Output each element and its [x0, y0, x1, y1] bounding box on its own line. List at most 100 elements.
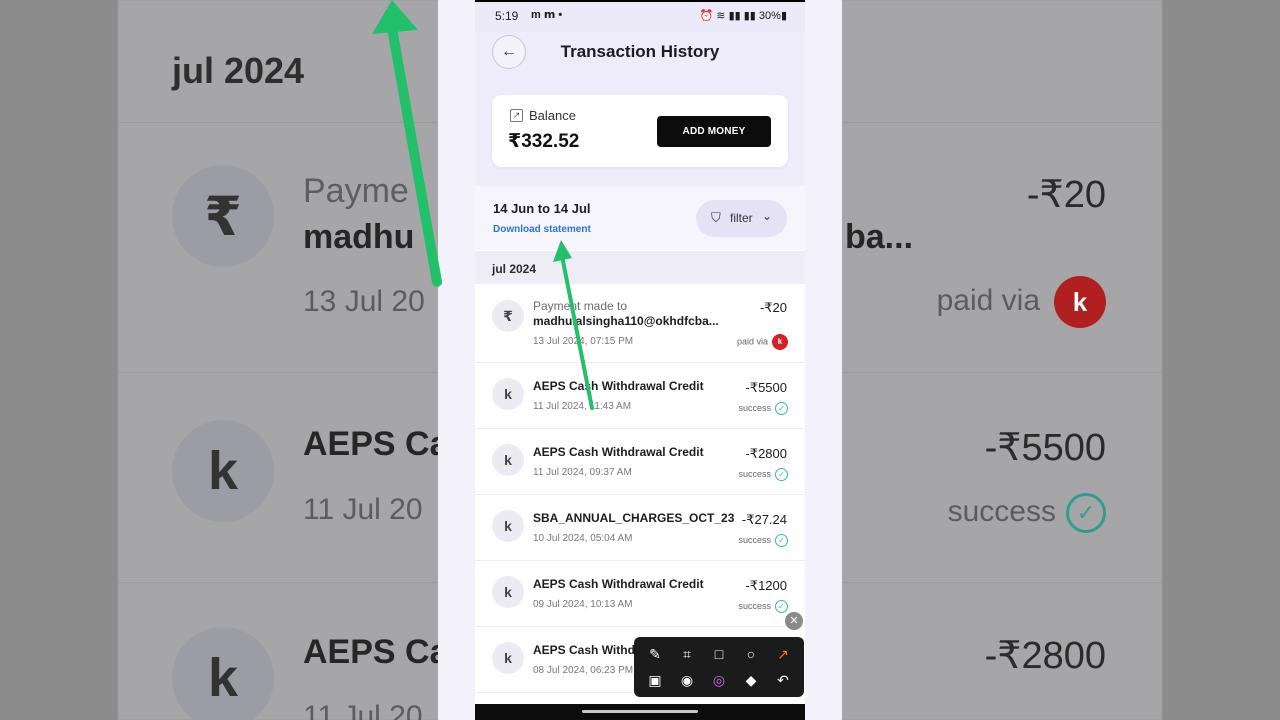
download-statement-link[interactable]: Download statement: [493, 224, 591, 235]
bg-k-icon: k: [172, 627, 274, 720]
bg-row3-line2: AEPS Ca: [303, 633, 449, 671]
list-item[interactable]: k AEPS Cash Withdrawal Credit 11 Jul 202…: [475, 363, 805, 429]
bg-row1-line2b: ba...: [845, 218, 914, 256]
date-range-section: 14 Jun to 14 Jul Download statement ⛉ fi…: [475, 186, 805, 250]
battery-level: 30%: [758, 10, 781, 22]
txn-subtitle: Payment made to: [533, 299, 628, 313]
txn-status-text: success: [738, 534, 771, 545]
rupee-icon: ₹: [492, 300, 524, 332]
txn-amount: -₹5500: [745, 380, 787, 395]
k-logo-icon: k: [772, 334, 788, 350]
txn-date: 10 Jul 2024, 05:04 AM: [533, 533, 633, 544]
k-logo-icon: k: [492, 378, 524, 410]
bg-row2-status: success ✓: [948, 493, 1106, 533]
k-logo-icon: k: [492, 510, 524, 542]
txn-status: success ✓: [738, 600, 788, 613]
bg-row1-status: paid via k: [937, 276, 1106, 328]
txn-status-text: paid via: [736, 336, 768, 347]
header: ← Transaction History ↗ Balance ₹332.52 …: [475, 32, 805, 186]
bg-rupee-icon: ₹: [172, 165, 274, 267]
bg-row2-line2: AEPS Ca: [303, 425, 449, 463]
page-title: Transaction History: [560, 42, 720, 61]
circle-icon[interactable]: ○: [740, 643, 762, 665]
bg-row1-line3: 13 Jul 20: [303, 285, 425, 318]
check-icon: ✓: [775, 600, 788, 613]
bg-row3-amount: -₹2800: [984, 635, 1106, 677]
txn-status: success ✓: [738, 534, 788, 547]
filter-icon: ⛉: [711, 210, 721, 225]
txn-status: success ✓: [738, 402, 788, 415]
bg-row2-line3: 11 Jul 20: [303, 493, 423, 526]
bg-row1-amount: -₹20: [1026, 174, 1106, 216]
txn-name: madhulalsingha110@okhdfcba...: [533, 314, 719, 328]
date-range: 14 Jun to 14 Jul: [493, 201, 591, 216]
txn-status-text: success: [738, 402, 771, 413]
balance-label: Balance: [529, 108, 576, 123]
txn-status: success ✓: [738, 468, 788, 481]
bg-row1-line2: madhu: [303, 218, 415, 256]
txn-amount: -₹2800: [745, 446, 787, 461]
txn-status: paid via k: [737, 334, 788, 350]
txn-name: AEPS Cash Withdrawal Credit: [533, 577, 704, 591]
k-logo-icon: k: [492, 444, 524, 476]
status-bar: 5:19 m ⅿ • ⏰ ≋ ▮▮ ▮▮ 30%▮: [475, 0, 805, 32]
close-icon[interactable]: ✕: [785, 612, 803, 630]
bg-row1-status-text: paid via: [936, 283, 1040, 317]
filter-label: filter: [730, 211, 753, 225]
month-label: jul 2024: [492, 262, 537, 276]
k-logo-icon: k: [492, 576, 524, 608]
nav-bar: [475, 704, 805, 720]
list-item[interactable]: ₹ Payment made to madhulalsingha110@okhd…: [475, 284, 805, 363]
bg-row3-line3: 11 Jul 20: [303, 700, 423, 720]
txn-date: 11 Jul 2024, 09:37 AM: [533, 467, 632, 478]
k-logo-icon: k: [1054, 276, 1106, 328]
balance-value: ₹332.52: [508, 131, 580, 152]
undo-icon[interactable]: ↶: [772, 669, 794, 691]
home-gesture-pill[interactable]: [582, 710, 698, 713]
txn-amount: -₹1200: [745, 578, 787, 593]
check-icon: ✓: [775, 534, 788, 547]
bg-row2-status-text: success: [947, 494, 1056, 528]
crop-icon[interactable]: ⌗: [676, 643, 698, 665]
mosaic-icon[interactable]: ▣: [644, 669, 666, 691]
txn-amount: -₹27.24: [741, 512, 787, 527]
txn-status-text: success: [738, 600, 771, 611]
txn-date: 09 Jul 2024, 10:13 AM: [533, 599, 633, 610]
txn-status-text: success: [738, 468, 771, 479]
eraser-icon[interactable]: ◆: [740, 669, 762, 691]
chevron-down-icon: ⌄: [762, 209, 773, 223]
color-wheel-icon[interactable]: ◎: [708, 669, 730, 691]
square-icon[interactable]: □: [708, 643, 730, 665]
status-time: 5:19: [495, 9, 519, 23]
txn-name: SBA_ANNUAL_CHARGES_OCT_23: [533, 511, 735, 525]
notification-icons: m ⅿ •: [531, 9, 563, 21]
arrow-icon[interactable]: ↗: [772, 643, 794, 665]
check-icon: ✓: [1066, 493, 1106, 533]
camera-icon[interactable]: ◉: [676, 669, 698, 691]
txn-date: 13 Jul 2024, 07:15 PM: [533, 336, 634, 347]
filter-button[interactable]: ⛉ filter ⌄: [696, 200, 787, 237]
txn-name: AEPS Cash Withdrawal Credit: [533, 379, 704, 393]
list-item[interactable]: k AEPS Cash Withdrawal Credit 11 Jul 202…: [475, 429, 805, 495]
share-icon: ↗: [510, 109, 523, 122]
add-money-button[interactable]: ADD MONEY: [657, 116, 771, 147]
brush-icon[interactable]: ✎: [644, 643, 666, 665]
bg-month-label: jul 2024: [172, 50, 305, 91]
bg-row2-amount: -₹5500: [984, 427, 1106, 469]
txn-date: 08 Jul 2024, 06:23 PM: [533, 665, 634, 676]
bg-row1-line1: Payme: [303, 172, 409, 210]
k-logo-icon: k: [492, 642, 524, 674]
balance-card: ↗ Balance ₹332.52 ADD MONEY: [492, 95, 788, 167]
list-item[interactable]: k AEPS Cash Withdrawal Credit 09 Jul 202…: [475, 561, 805, 627]
check-icon: ✓: [775, 468, 788, 481]
annotation-toolbar: ✎ ⌗ □ ○ ↗ ▣ ◉ ◎ ◆ ↶: [634, 637, 804, 697]
bg-k-icon: k: [172, 420, 274, 522]
status-right: ⏰ ≋ ▮▮ ▮▮ 30%▮: [699, 10, 787, 22]
txn-amount: -₹20: [759, 300, 787, 315]
txn-name: AEPS Cash Withdrawal Credit: [533, 445, 704, 459]
status-top-line: [475, 0, 805, 2]
phone-screen: 5:19 m ⅿ • ⏰ ≋ ▮▮ ▮▮ 30%▮ ← Transaction …: [438, 0, 842, 720]
check-icon: ✓: [775, 402, 788, 415]
list-item[interactable]: k SBA_ANNUAL_CHARGES_OCT_23 10 Jul 2024,…: [475, 495, 805, 561]
txn-date: 11 Jul 2024, 11:43 AM: [533, 401, 632, 412]
